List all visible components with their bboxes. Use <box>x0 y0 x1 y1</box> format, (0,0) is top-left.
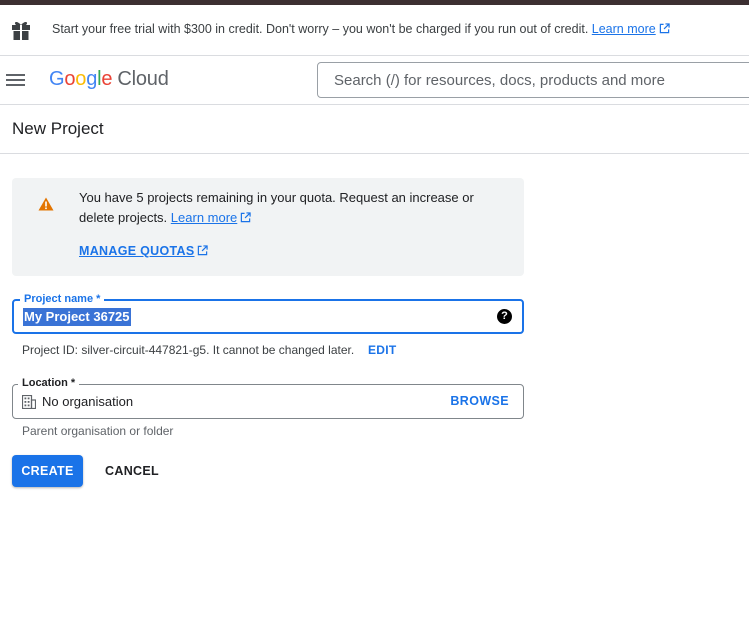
external-link-icon <box>198 245 209 256</box>
quota-message: You have 5 projects remaining in your qu… <box>79 190 474 225</box>
manage-quotas-link[interactable]: MANAGE QUOTAS <box>79 244 209 258</box>
edit-project-id-button[interactable]: EDIT <box>368 343 397 357</box>
browse-button[interactable]: BROWSE <box>450 394 509 408</box>
logo-letter: o <box>64 68 76 90</box>
manage-quotas-label: MANAGE QUOTAS <box>79 244 195 258</box>
trial-learn-more-label: Learn more <box>591 22 656 36</box>
trial-banner-message: Start your free trial with $300 in credi… <box>52 22 589 36</box>
logo-letter: o <box>75 68 87 90</box>
help-circle-icon[interactable]: ? <box>497 309 512 324</box>
location-hint: Parent organisation or folder <box>22 424 174 438</box>
google-cloud-logo[interactable]: Google Cloud <box>49 68 169 91</box>
quota-notice: You have 5 projects remaining in your qu… <box>12 178 524 276</box>
location-field[interactable]: Location * No organisation BROWSE <box>12 376 524 419</box>
external-link-icon <box>659 23 670 34</box>
warning-triangle-icon <box>38 197 54 211</box>
quota-learn-more-link[interactable]: Learn more <box>171 210 251 225</box>
top-header: Google Cloud Search (/) for resources, do… <box>0 56 749 105</box>
project-name-field[interactable]: Project name * My Project 36725 ? <box>12 292 524 334</box>
gift-icon <box>12 21 30 40</box>
project-name-label: Project name * <box>20 292 105 306</box>
quota-notice-text: You have 5 projects remaining in your qu… <box>79 188 499 228</box>
logo-letter: g <box>86 68 98 90</box>
building-icon <box>22 395 36 409</box>
project-id-suffix: . It cannot be changed later. <box>206 343 355 357</box>
logo-product-name: Cloud <box>117 68 169 90</box>
title-divider <box>0 153 749 154</box>
quota-learn-more-label: Learn more <box>170 210 238 225</box>
search-placeholder: Search (/) for resources, docs, products… <box>334 72 665 89</box>
trial-banner-text: Start your free trial with $300 in credi… <box>52 22 670 36</box>
project-id-prefix: Project ID: <box>22 343 82 357</box>
project-id-text: Project ID: silver-circuit-447821-g5. It… <box>22 343 354 357</box>
hamburger-menu-icon[interactable] <box>6 70 26 90</box>
create-button[interactable]: CREATE <box>12 455 83 487</box>
logo-letter: e <box>101 68 113 90</box>
logo-letter: G <box>49 68 65 90</box>
cancel-button[interactable]: CANCEL <box>94 455 170 487</box>
project-id-value: silver-circuit-447821-g5 <box>81 343 207 357</box>
location-value: No organisation <box>42 394 134 409</box>
project-name-input[interactable]: My Project 36725 <box>23 308 131 326</box>
external-link-icon <box>241 212 251 223</box>
free-trial-banner: Start your free trial with $300 in credi… <box>0 5 749 56</box>
page-title: New Project <box>12 119 104 138</box>
trial-learn-more-link[interactable]: Learn more <box>592 22 670 36</box>
search-bar[interactable]: Search (/) for resources, docs, products… <box>317 62 749 98</box>
location-label: Location * <box>18 376 80 390</box>
